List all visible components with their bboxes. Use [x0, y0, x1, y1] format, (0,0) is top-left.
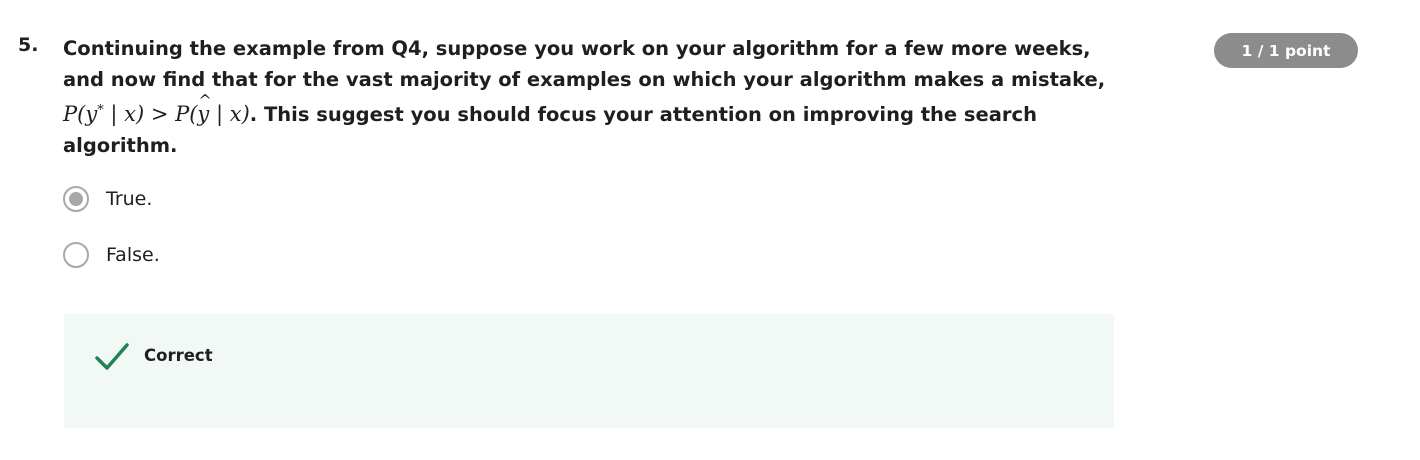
radio-dot: [69, 192, 83, 206]
question-math: P(y* | x) > P(y | x): [63, 85, 250, 126]
question-number: 5.: [18, 34, 39, 56]
math-part-cond1: | x) > P(: [103, 102, 198, 126]
checkmark-icon: [95, 343, 129, 370]
question-text: Continuing the example from Q4, suppose …: [63, 33, 1113, 161]
question-text-main: Continuing the example from Q4, suppose …: [63, 37, 1106, 91]
math-part-p1: P(y: [63, 102, 98, 126]
radio-unselected-icon[interactable]: [63, 242, 89, 268]
option-false[interactable]: False.: [63, 240, 160, 270]
feedback-label: Correct: [144, 346, 213, 365]
feedback-panel: Correct: [64, 314, 1114, 428]
math-part-cond2: | x): [209, 102, 250, 126]
radio-selected-icon[interactable]: [63, 186, 89, 212]
math-yhat: y: [197, 85, 211, 130]
option-true[interactable]: True.: [63, 184, 152, 214]
option-label: False.: [106, 244, 160, 266]
option-label: True.: [106, 188, 153, 210]
score-badge: 1 / 1 point: [1214, 33, 1358, 68]
